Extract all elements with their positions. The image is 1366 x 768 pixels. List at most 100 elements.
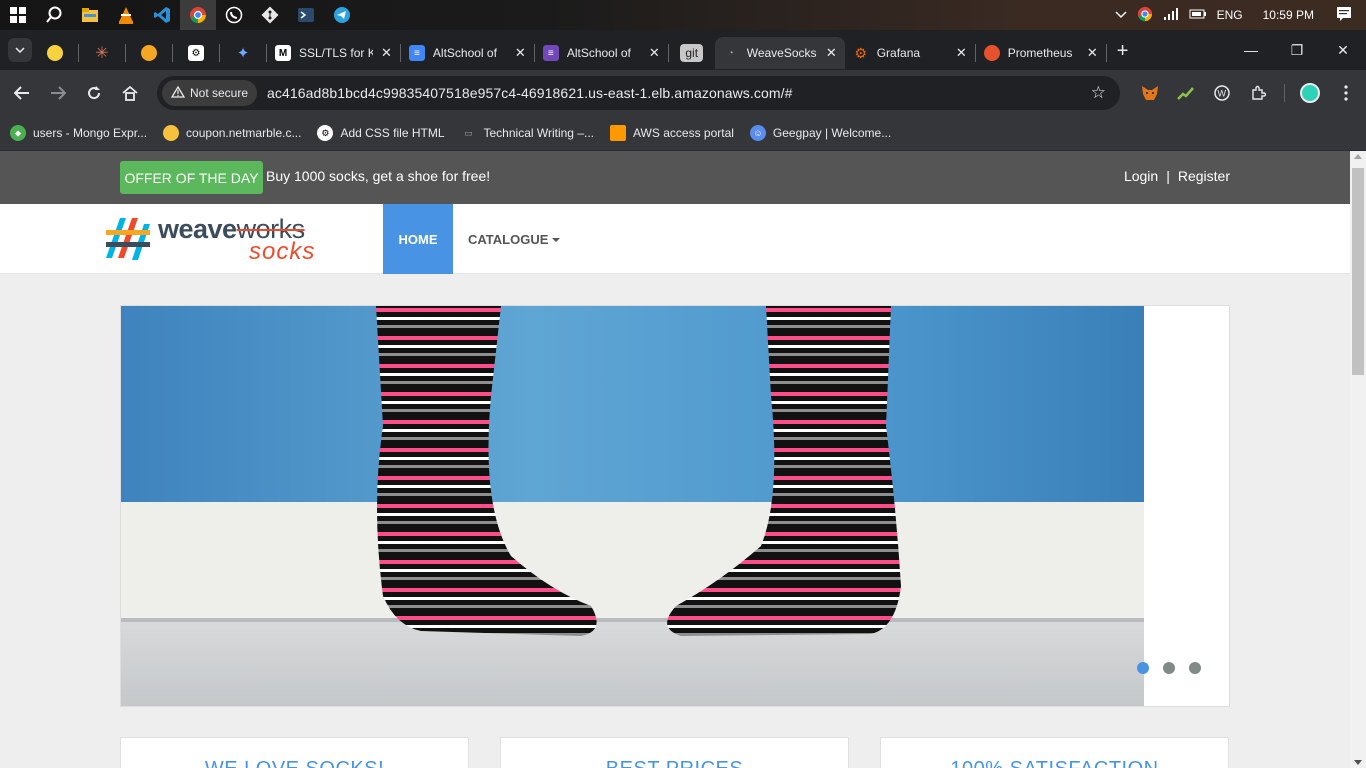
notification-icon[interactable] (1336, 6, 1352, 25)
nav-catalogue[interactable]: CATALOGUE (468, 204, 561, 274)
tab-pinned-chick[interactable] (32, 37, 78, 69)
hero-carousel[interactable] (120, 305, 1230, 707)
auth-links: Login | Register (1124, 168, 1230, 184)
growth-extension-icon[interactable] (1168, 75, 1204, 111)
weaveworks-socks-logo[interactable]: weaveworks socks (104, 214, 344, 265)
signal-icon[interactable] (1163, 7, 1179, 23)
tab-altschool-forms[interactable]: ≡ AltSchool of ✕ (535, 37, 668, 69)
language-indicator[interactable]: ENG (1217, 8, 1243, 22)
close-tab-icon[interactable]: ✕ (649, 45, 660, 61)
security-label: Not secure (190, 86, 249, 100)
tab-pinned-chatgpt[interactable]: ⚙ (173, 37, 219, 69)
document-icon: ▭ (464, 127, 473, 138)
battery-icon[interactable] (1189, 8, 1207, 23)
git-icon[interactable] (252, 0, 288, 30)
bookmark-label: Technical Writing –... (483, 126, 595, 140)
home-icon[interactable] (112, 75, 148, 111)
back-arrow-icon[interactable] (4, 75, 40, 111)
tab-prometheus[interactable]: Prometheus ✕ (976, 37, 1106, 69)
security-chip[interactable]: Not secure (162, 80, 258, 106)
minimize-icon[interactable]: — (1228, 30, 1274, 70)
logo-socks: socks (249, 238, 316, 265)
close-tab-icon[interactable]: ✕ (381, 45, 392, 61)
page-viewport: OFFER OF THE DAY Buy 1000 socks, get a s… (0, 151, 1350, 768)
close-tab-icon[interactable]: ✕ (956, 45, 967, 61)
logo-weave: weave (158, 214, 237, 244)
forward-arrow-icon[interactable] (40, 75, 76, 111)
bookmark-aws-portal[interactable]: AWS access portal (610, 125, 734, 141)
chrome-icon[interactable] (180, 0, 216, 30)
bookmark-label: Geegpay | Welcome... (772, 126, 892, 140)
aws-cube-icon (610, 125, 626, 141)
chevron-up-icon[interactable] (1115, 8, 1127, 22)
profile-avatar[interactable] (1292, 75, 1328, 111)
toolbar-separator (1276, 75, 1292, 111)
windows-start-icon[interactable] (0, 0, 36, 30)
w-extension-icon[interactable]: W (1204, 75, 1240, 111)
bookmark-add-css[interactable]: ⚙ Add CSS file HTML (317, 125, 445, 141)
tab-pinned-gemini[interactable]: ✦ (220, 37, 266, 69)
claude-icon: ✳ (95, 45, 109, 62)
terminal-icon[interactable] (288, 0, 324, 30)
offer-text: Buy 1000 socks, get a shoe for free! (266, 168, 491, 184)
clock[interactable]: 10:59 PM (1263, 8, 1314, 22)
vlc-icon[interactable] (108, 0, 144, 30)
feature-box-satisfaction: 100% SATISFACTION (880, 737, 1229, 768)
browser-toolbar: Not secure ac416ad8b1bcd4c99835407518e95… (0, 70, 1366, 116)
url-text[interactable]: ac416ad8b1bcd4c99835407518e957c4-4691862… (267, 85, 793, 101)
tab-pinned-claude[interactable]: ✳ (79, 37, 125, 69)
carousel-dot-2[interactable] (1163, 662, 1175, 674)
site-navbar: weaveworks socks HOME CATALOGUE (0, 204, 1350, 274)
bookmark-mongo-express[interactable]: ⬥ users - Mongo Expr... (10, 125, 147, 141)
tab-grafana[interactable]: ⚙ Grafana ✕ (845, 37, 975, 69)
whatsapp-icon[interactable] (216, 0, 252, 30)
login-link[interactable]: Login (1124, 168, 1158, 184)
scroll-down-arrow-icon[interactable] (1354, 760, 1362, 765)
close-tab-icon[interactable]: ✕ (515, 45, 526, 61)
carousel-indicators (1137, 662, 1201, 674)
carousel-dot-1[interactable] (1137, 662, 1149, 674)
bookmark-star-icon[interactable]: ☆ (1091, 83, 1106, 103)
carousel-dot-3[interactable] (1189, 662, 1201, 674)
scroll-up-arrow-icon[interactable] (1354, 154, 1362, 159)
page-scrollbar[interactable] (1350, 151, 1366, 768)
register-link[interactable]: Register (1178, 168, 1230, 184)
tab-altschool-docs[interactable]: ≡ AltSchool of ✕ (401, 37, 534, 69)
address-bar[interactable]: Not secure ac416ad8b1bcd4c99835407518e95… (157, 76, 1120, 110)
tab-ssl-tls[interactable]: M SSL/TLS for K ✕ (267, 37, 400, 69)
tab-title: Grafana (876, 46, 921, 60)
telegram-icon[interactable] (324, 0, 360, 30)
tab-search-button[interactable] (8, 38, 32, 62)
tab-weavesocks[interactable]: ◔ WeaveSocks ✕ (714, 37, 845, 69)
search-icon[interactable] (36, 0, 72, 30)
file-explorer-icon[interactable] (72, 0, 108, 30)
reload-icon[interactable] (76, 75, 112, 111)
new-tab-button[interactable]: + (1117, 40, 1129, 63)
chrome-tray-icon[interactable] (1137, 6, 1153, 25)
metamask-icon[interactable] (1132, 75, 1168, 111)
tab-pinned-circle[interactable] (126, 37, 172, 69)
weavesocks-icon: ◔ (727, 47, 734, 59)
close-tab-icon[interactable]: ✕ (826, 45, 837, 61)
git-tab-label: git (680, 44, 704, 62)
offer-topbar: OFFER OF THE DAY Buy 1000 socks, get a s… (0, 151, 1350, 204)
nav-home[interactable]: HOME (383, 204, 453, 274)
tab-git[interactable]: git (669, 37, 715, 69)
orange-circle-icon (141, 45, 157, 61)
offer-of-the-day-button[interactable]: OFFER OF THE DAY (120, 161, 263, 194)
vscode-icon[interactable] (144, 0, 180, 30)
system-tray: ENG 10:59 PM (1115, 0, 1366, 30)
restore-icon[interactable]: ❐ (1274, 30, 1320, 70)
scrollbar-thumb[interactable] (1352, 168, 1364, 375)
bookmark-technical-writing[interactable]: ▭ Technical Writing –... (461, 125, 595, 141)
mongo-leaf-icon: ⬥ (10, 125, 26, 141)
striped-socks-photo (121, 306, 1144, 706)
close-tab-icon[interactable]: ✕ (1087, 45, 1098, 61)
bookmark-geegpay[interactable]: ☺ Geegpay | Welcome... (749, 125, 892, 141)
feature-title: WE LOVE SOCKS! (121, 758, 468, 768)
puzzle-extensions-icon[interactable] (1240, 75, 1276, 111)
close-window-icon[interactable]: ✕ (1320, 30, 1366, 70)
nav-catalogue-label: CATALOGUE (468, 231, 549, 247)
more-menu-icon[interactable] (1328, 75, 1364, 111)
bookmark-coupon-netmarble[interactable]: coupon.netmarble.c... (163, 125, 301, 141)
